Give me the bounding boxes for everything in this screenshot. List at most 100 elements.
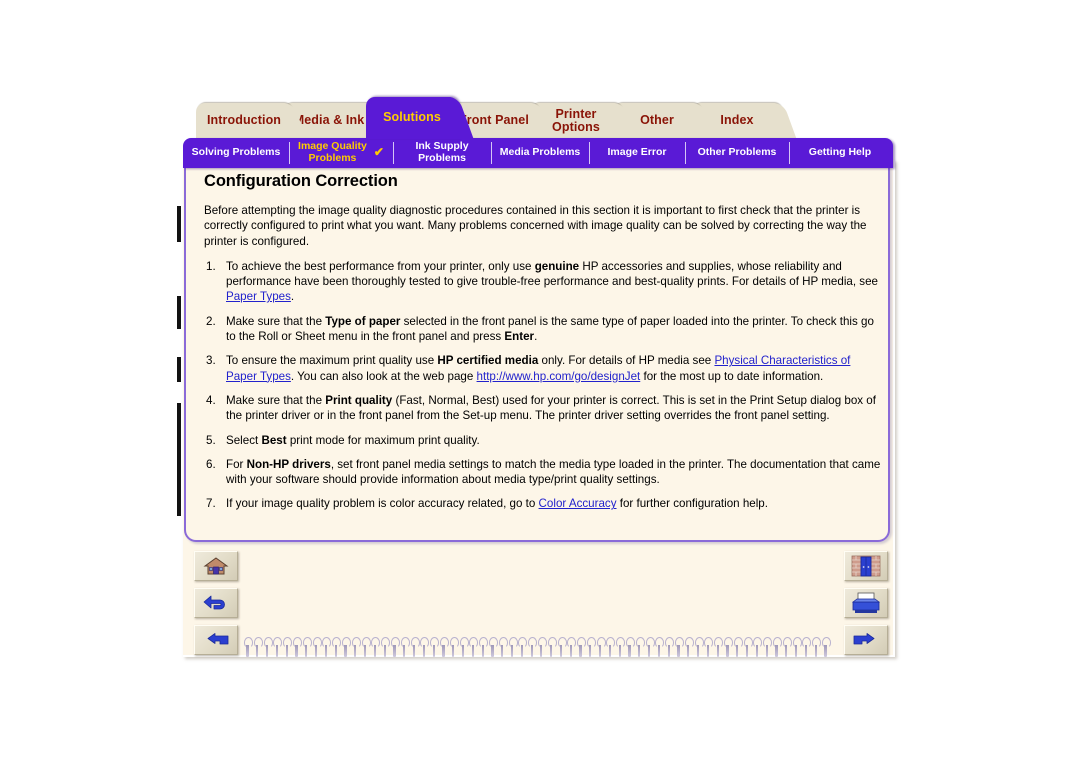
tab-solutions[interactable]: Solutions <box>366 97 458 139</box>
subtab-image-quality-line1: Image Quality <box>298 140 367 153</box>
step-4-text-a: Make sure that the <box>226 393 326 407</box>
step-2-bold-enter: Enter <box>504 330 535 344</box>
binding-coil <box>772 636 782 660</box>
step-4-bold-print-quality: Print quality <box>325 393 393 407</box>
binding-coil <box>263 636 273 660</box>
tab-printer-options-line1: Printer <box>555 106 597 121</box>
binding-coil <box>664 636 675 660</box>
subtab-image-quality-problems[interactable]: Image Quality Problems ✔ <box>289 138 393 168</box>
binding-coil <box>292 636 302 660</box>
subtab-other-problems-label: Other Problems <box>697 146 777 159</box>
tab-solutions-label: Solutions <box>383 110 441 125</box>
content-panel: Configuration Correction Before attempti… <box>184 160 890 542</box>
binding-coil <box>419 636 430 660</box>
subtab-solving-problems[interactable]: Solving Problems <box>183 138 289 168</box>
binding-coil <box>674 636 684 660</box>
link-hp-designjet-url[interactable]: http://www.hp.com/go/designJet <box>477 370 641 383</box>
change-bar-4 <box>177 403 181 516</box>
step-2-text-a: Make sure that the <box>226 314 326 328</box>
binding-coil <box>331 636 341 660</box>
binding-coil <box>723 636 733 660</box>
binding-coil <box>586 636 596 660</box>
tab-media-and-ink-label: Media & Ink <box>293 113 365 128</box>
binding-coil <box>508 636 518 660</box>
print-button[interactable] <box>844 588 888 618</box>
binding-coil <box>439 636 449 660</box>
binding-coil <box>821 636 831 660</box>
binding-coil <box>752 636 763 660</box>
binding-coil <box>703 636 714 660</box>
next-page-button[interactable] <box>844 625 888 655</box>
intro-paragraph: Before attempting the image quality diag… <box>204 204 867 248</box>
binding-coil <box>635 636 645 660</box>
tab-printer-options-label: Printer Options <box>552 106 600 134</box>
home-button[interactable] <box>194 551 238 581</box>
page-title: Configuration Correction <box>204 172 398 190</box>
step-5: Select Best print mode for maximum print… <box>204 433 881 449</box>
back-arrow-icon <box>203 595 225 610</box>
binding-coil <box>361 636 371 660</box>
binding-coil <box>429 636 439 660</box>
binding-coil <box>410 636 420 660</box>
binding-coil <box>762 636 773 660</box>
binding-coil <box>615 636 626 660</box>
steps-list: To achieve the best performance from you… <box>204 259 880 512</box>
binding-coil <box>537 636 547 660</box>
binding-coil <box>713 636 724 660</box>
binding-coil <box>801 636 812 660</box>
step-4: Make sure that the Print quality (Fast, … <box>204 393 881 424</box>
step-1-bold-genuine: genuine <box>534 259 580 273</box>
step-7-text-b: for further configuration help. <box>616 497 768 511</box>
binding-coil <box>596 636 606 660</box>
subtab-getting-help[interactable]: Getting Help <box>789 138 891 168</box>
secondary-tab-bar: Solving Problems Image Quality Problems … <box>183 138 893 168</box>
tab-printer-options-line2: Options <box>552 120 600 134</box>
step-3-text-d: for the most up to date information. <box>640 369 824 383</box>
binding-coil <box>468 636 479 660</box>
printer-icon <box>851 592 881 613</box>
binding-coil <box>243 636 253 660</box>
binding-coil <box>380 636 390 660</box>
link-color-accuracy[interactable]: Color Accuracy <box>539 497 617 510</box>
binding-coil <box>517 636 528 660</box>
binding-coil <box>527 636 537 660</box>
binding-coil <box>782 636 792 660</box>
primary-tab-bar: Introduction Media & Ink Solutions Front… <box>196 97 782 139</box>
binding-coil <box>449 636 459 660</box>
previous-page-button[interactable] <box>194 625 238 655</box>
binding-coil <box>488 636 498 660</box>
home-icon <box>203 557 229 575</box>
tab-front-panel-label: Front Panel <box>459 113 529 128</box>
subtab-media-problems[interactable]: Media Problems <box>491 138 589 168</box>
binding-coil <box>694 636 704 660</box>
tab-index-label: Index <box>720 113 754 128</box>
step-1-text-c: . <box>290 290 295 304</box>
binding-coil <box>253 636 263 660</box>
binding-coil <box>654 636 665 660</box>
tab-introduction[interactable]: Introduction <box>196 103 292 139</box>
subtab-media-problems-label: Media Problems <box>499 146 581 159</box>
exit-button[interactable] <box>844 551 888 581</box>
change-bar-2 <box>177 296 181 329</box>
subtab-other-problems[interactable]: Other Problems <box>685 138 789 168</box>
binding-coil <box>459 636 469 660</box>
binding-coil <box>400 636 410 660</box>
binding-coil <box>341 636 351 660</box>
binding-coil <box>370 636 381 660</box>
step-2-bold-type-of-paper: Type of paper <box>325 314 401 328</box>
back-button[interactable] <box>194 588 238 618</box>
binding-coil <box>478 636 488 660</box>
step-7: If your image quality problem is color a… <box>204 496 881 512</box>
step-6-bold-non-hp-drivers: Non-HP drivers <box>246 457 331 471</box>
link-paper-types[interactable]: Paper Types <box>226 290 291 303</box>
subtab-ink-supply-problems[interactable]: Ink Supply Problems <box>393 138 491 168</box>
subtab-ink-supply-line2: Problems <box>418 152 466 164</box>
binding-coil <box>312 636 322 660</box>
step-5-text-a: Select <box>226 433 262 447</box>
binding-coil <box>547 636 557 660</box>
exit-door-icon <box>851 555 881 577</box>
binding-coil <box>282 636 292 660</box>
subtab-solving-problems-label: Solving Problems <box>191 146 281 159</box>
subtab-image-error[interactable]: Image Error <box>589 138 685 168</box>
binding-coil <box>390 636 400 660</box>
